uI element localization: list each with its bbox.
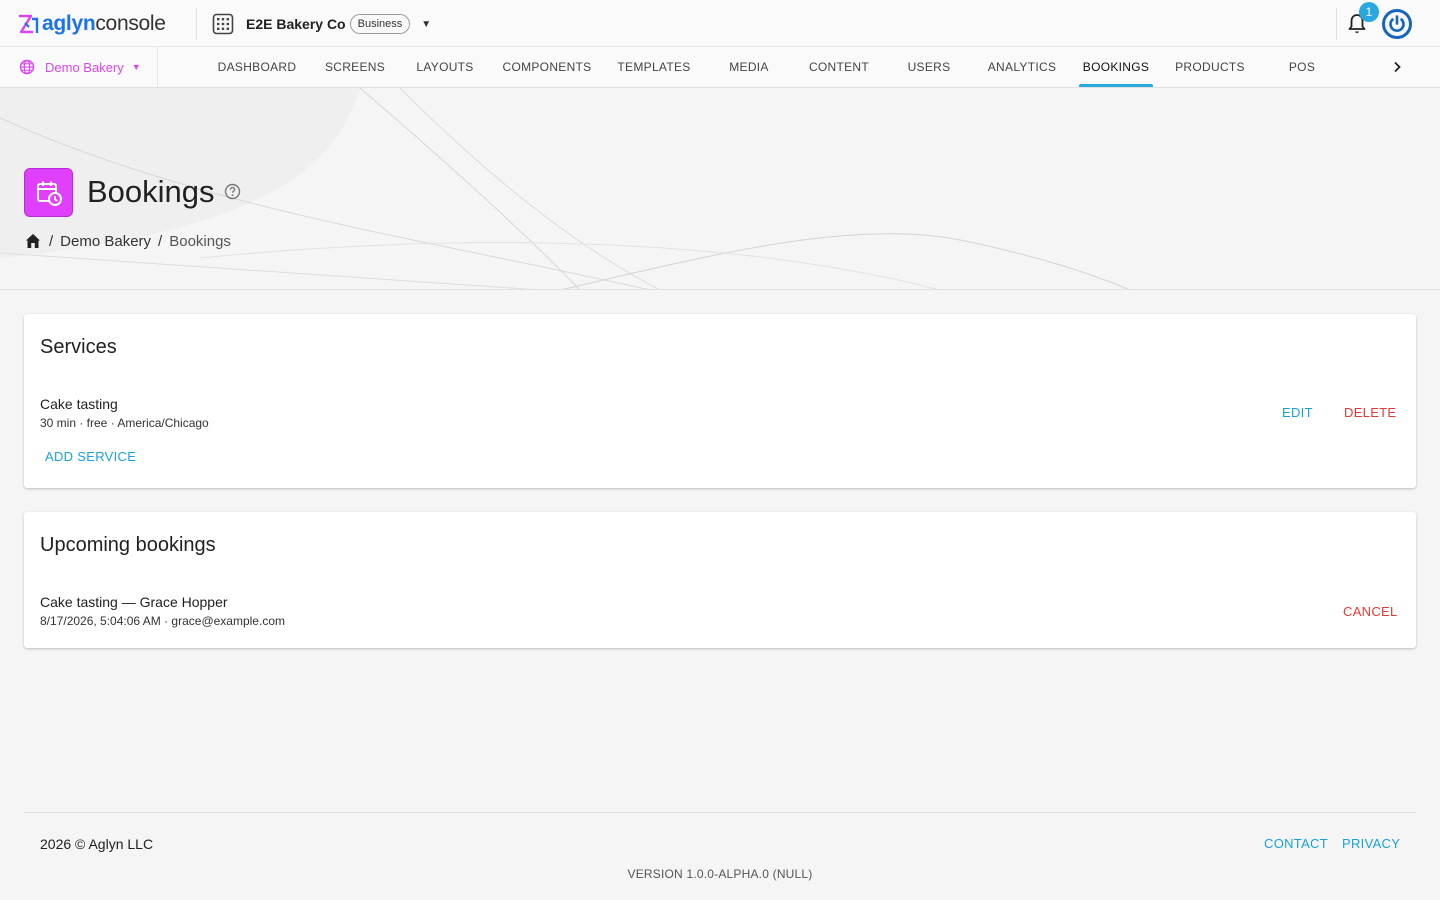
caret-down-icon: ▼ (421, 18, 432, 30)
footer-divider (24, 812, 1416, 813)
org-name: E2E Bakery Co (246, 16, 346, 32)
cancel-booking-button[interactable]: CANCEL (1343, 604, 1398, 619)
aglyn-logo-icon (19, 14, 39, 34)
tab-screens[interactable]: SCREENS (318, 47, 392, 87)
logo-brand-text: aglyn (42, 12, 96, 35)
tab-analytics[interactable]: ANALYTICS (980, 47, 1064, 87)
tab-media[interactable]: MEDIA (718, 47, 780, 87)
top-bar: aglynconsole E2E Bakery Co Business ▼ 1 (0, 0, 1440, 47)
tab-components[interactable]: COMPONENTS (498, 47, 596, 87)
plan-badge: Business (349, 14, 411, 34)
home-icon[interactable] (24, 232, 42, 250)
tab-dashboard[interactable]: DASHBOARD (211, 47, 303, 87)
breadcrumb-separator: / (49, 232, 54, 250)
edit-service-button[interactable]: EDIT (1282, 405, 1313, 420)
topbar-divider (196, 8, 197, 40)
page-title: Bookings (87, 174, 215, 209)
services-card: Services Cake tasting 30 min · free · Am… (24, 314, 1416, 488)
upcoming-bookings-card: Upcoming bookings Cake tasting — Grace H… (24, 512, 1416, 648)
page-header: Bookings / Demo Bakery / Bookings (0, 88, 1440, 290)
tab-pos[interactable]: POS (1274, 47, 1330, 87)
org-switcher[interactable]: E2E Bakery Co Business ▼ (212, 11, 431, 37)
delete-service-button[interactable]: DELETE (1344, 405, 1396, 420)
site-name: Demo Bakery (45, 59, 124, 75)
services-title: Services (40, 336, 117, 358)
footer-privacy-link[interactable]: PRIVACY (1342, 836, 1400, 851)
footer-contact-link[interactable]: CONTACT (1264, 836, 1328, 851)
caret-down-icon: ▼ (131, 62, 141, 72)
booking-details: 8/17/2026, 5:04:06 AM · grace@example.co… (40, 614, 285, 628)
booking-title: Cake tasting — Grace Hopper (40, 594, 228, 610)
chevron-right-icon (1394, 61, 1401, 73)
account-power-icon[interactable] (1382, 9, 1412, 39)
add-service-button[interactable]: ADD SERVICE (45, 449, 136, 464)
help-icon[interactable] (224, 183, 241, 200)
globe-icon (19, 59, 35, 75)
breadcrumb-separator: / (158, 232, 163, 250)
app-logo[interactable]: aglynconsole (17, 11, 166, 37)
service-name: Cake tasting (40, 396, 118, 412)
footer-copyright: 2026 © Aglyn LLC (40, 836, 154, 852)
main-nav: Demo Bakery ▼ DASHBOARD SCREENS LAYOUTS … (0, 47, 1440, 88)
building-icon (212, 13, 234, 35)
topbar-divider-right (1336, 8, 1337, 40)
tab-products[interactable]: PRODUCTS (1169, 47, 1251, 87)
logo-product-text: console (95, 12, 166, 35)
tab-bookings[interactable]: BOOKINGS (1079, 47, 1153, 87)
breadcrumb-site[interactable]: Demo Bakery (60, 233, 151, 250)
tab-users[interactable]: USERS (898, 47, 960, 87)
nav-scroll-right-button[interactable] (1385, 55, 1409, 79)
notification-count-badge: 1 (1359, 2, 1379, 22)
upcoming-bookings-title: Upcoming bookings (40, 534, 216, 556)
tab-content[interactable]: CONTENT (802, 47, 876, 87)
tab-layouts[interactable]: LAYOUTS (409, 47, 481, 87)
service-details: 30 min · free · America/Chicago (40, 416, 209, 430)
header-background-waves (0, 88, 1129, 289)
app-version: VERSION 1.0.0-ALPHA.0 (NULL) (627, 867, 813, 881)
breadcrumb: / Demo Bakery / Bookings (24, 231, 231, 251)
breadcrumb-current: Bookings (169, 232, 231, 250)
tab-templates[interactable]: TEMPLATES (611, 47, 697, 87)
bookings-calendar-icon (24, 168, 73, 217)
site-switcher[interactable]: Demo Bakery ▼ (0, 47, 158, 87)
